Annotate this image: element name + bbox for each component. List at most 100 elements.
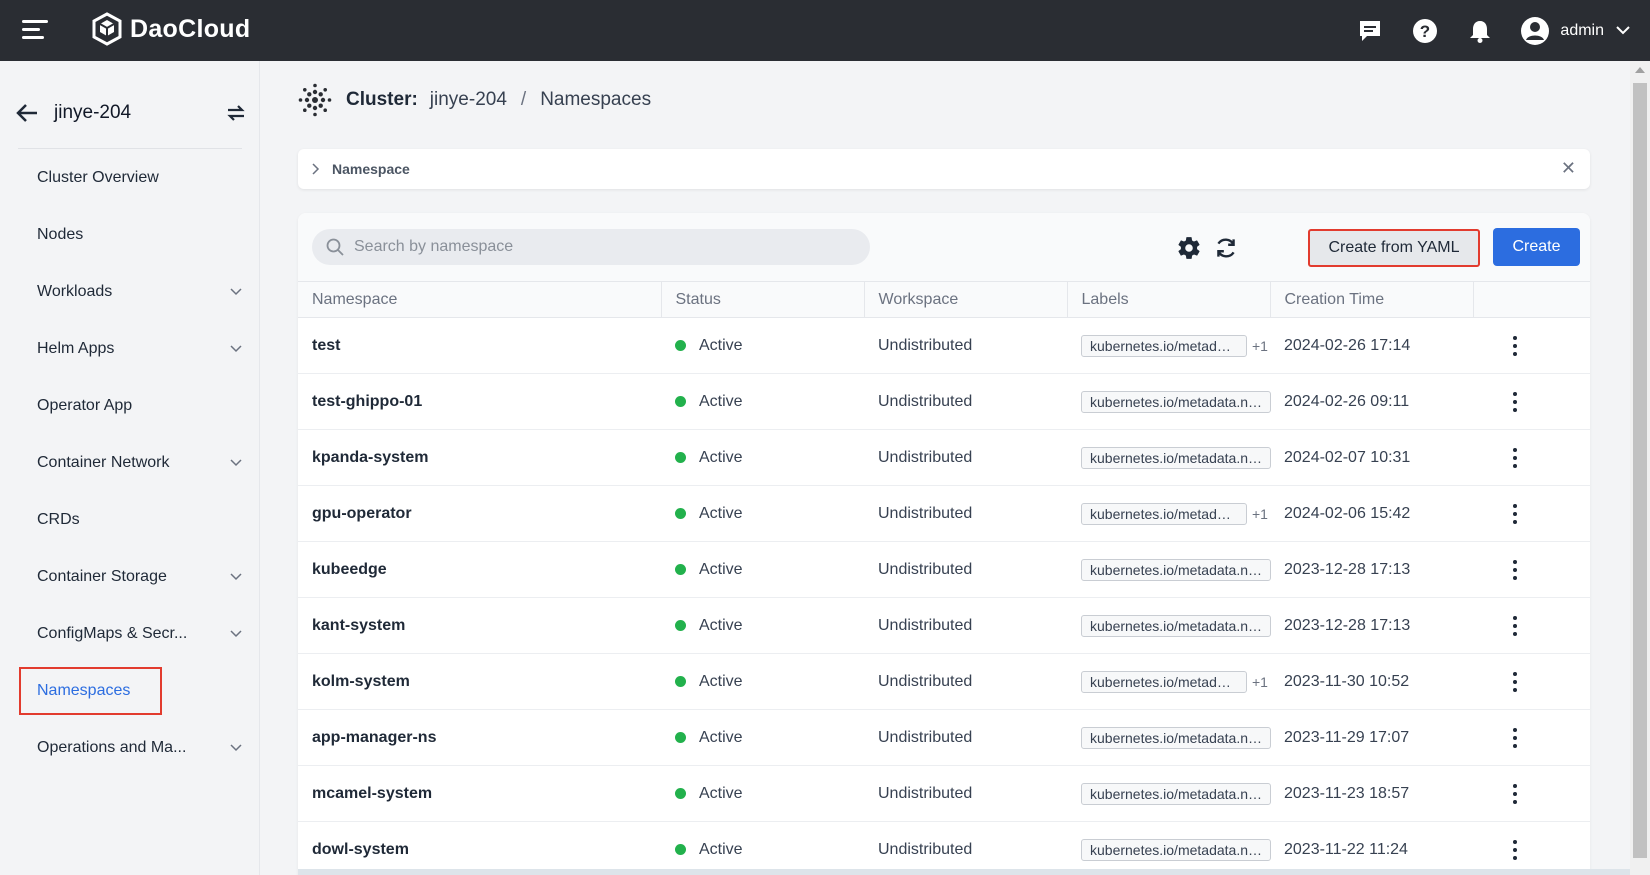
column-header-status[interactable]: Status	[661, 281, 865, 318]
more-vertical-icon[interactable]	[1503, 334, 1527, 358]
horizontal-scrollbar[interactable]	[298, 869, 1630, 875]
labels-cell: kubernetes.io/metadata.name: dowl-system	[1067, 821, 1271, 875]
bell-icon[interactable]	[1465, 16, 1495, 46]
user-menu[interactable]: admin	[1520, 16, 1630, 46]
table-row[interactable]: kant-system Active Undistributed kuberne…	[298, 597, 1590, 654]
status-dot	[675, 451, 686, 463]
more-vertical-icon[interactable]	[1503, 726, 1527, 750]
namespace-name[interactable]: kubeedge	[298, 541, 661, 598]
user-avatar-icon	[1521, 16, 1550, 45]
scroll-up-arrow-icon[interactable]	[1635, 67, 1645, 73]
sidebar-item-nodes[interactable]: Nodes	[0, 206, 260, 263]
sidebar-item-container-network[interactable]: Container Network	[0, 434, 260, 491]
table-row[interactable]: test Active Undistributed kubernetes.io/…	[298, 317, 1590, 374]
namespace-name[interactable]: kpanda-system	[298, 429, 661, 486]
status-dot	[675, 507, 686, 519]
actions-cell	[1473, 765, 1590, 822]
table-row[interactable]: dowl-system Active Undistributed kuberne…	[298, 821, 1590, 875]
label-tag[interactable]: kubernetes.io/metadata.name: test	[1081, 334, 1247, 357]
column-header-creation-time[interactable]: Creation Time	[1270, 281, 1474, 318]
label-tag[interactable]: kubernetes.io/metadata.name: kolm-system	[1081, 670, 1247, 693]
hamburger-icon[interactable]	[22, 20, 48, 40]
label-tag[interactable]: kubernetes.io/metadata.name: kubeedge	[1081, 558, 1271, 581]
scrollbar-thumb[interactable]	[1633, 83, 1647, 858]
label-tag[interactable]: kubernetes.io/metadata.name: gpu-operato…	[1081, 502, 1247, 525]
more-vertical-icon[interactable]	[1503, 502, 1527, 526]
label-tag[interactable]: kubernetes.io/metadata.name: kant-system	[1081, 614, 1271, 637]
label-more-count[interactable]: +1	[1252, 506, 1268, 522]
table-row[interactable]: mcamel-system Active Undistributed kuber…	[298, 765, 1590, 822]
labels-cell: kubernetes.io/metadata.name: kolm-system…	[1067, 653, 1270, 710]
sidebar-item-label: ConfigMaps & Secr...	[37, 624, 188, 642]
namespace-name[interactable]: mcamel-system	[298, 765, 661, 822]
help-icon[interactable]: ?	[1410, 16, 1440, 46]
actions-cell	[1473, 541, 1590, 598]
label-tag[interactable]: kubernetes.io/metadata.name: dowl-system	[1081, 838, 1271, 861]
label-tag[interactable]: kubernetes.io/metadata.name: mcamel-syst…	[1081, 782, 1271, 805]
search-input[interactable]	[354, 238, 854, 256]
table-row[interactable]: kubeedge Active Undistributed kubernetes…	[298, 541, 1590, 598]
sidebar-item-container-storage[interactable]: Container Storage	[0, 548, 260, 605]
column-header-workspace[interactable]: Workspace	[864, 281, 1068, 318]
sidebar: jinye-204 Cluster Overview Nodes Workloa…	[0, 61, 260, 875]
label-tag[interactable]: kubernetes.io/metadata.name: kpanda-syst…	[1081, 446, 1271, 469]
label-tag[interactable]: kubernetes.io/metadata.name: app-manager…	[1081, 726, 1271, 749]
column-header-namespace[interactable]: Namespace	[298, 281, 662, 318]
vertical-scrollbar[interactable]	[1630, 61, 1650, 875]
status-dot	[675, 731, 686, 743]
more-vertical-icon[interactable]	[1503, 390, 1527, 414]
sidebar-nav: Cluster Overview Nodes Workloads Helm Ap…	[0, 149, 260, 776]
brand-logo[interactable]: DaoCloud	[90, 12, 250, 46]
label-more-count[interactable]: +1	[1252, 338, 1268, 354]
status-cell: Active	[661, 429, 864, 486]
namespace-name[interactable]: kolm-system	[298, 653, 661, 710]
namespace-name[interactable]: kant-system	[298, 597, 661, 654]
namespace-filter-bar[interactable]: Namespace ✕	[298, 149, 1590, 189]
namespace-name[interactable]: test-ghippo-01	[298, 373, 661, 430]
chevron-right-icon[interactable]	[312, 163, 320, 175]
label-more-count[interactable]: +1	[1252, 674, 1268, 690]
namespace-name[interactable]: dowl-system	[298, 821, 661, 875]
create-from-yaml-button[interactable]: Create from YAML	[1308, 229, 1480, 267]
settings-gear-icon[interactable]	[1176, 235, 1202, 261]
workspace-cell: Undistributed	[864, 597, 1067, 654]
sidebar-item-label: CRDs	[37, 510, 80, 528]
table-row[interactable]: app-manager-ns Active Undistributed kube…	[298, 709, 1590, 766]
namespace-name[interactable]: test	[298, 317, 661, 374]
close-icon[interactable]: ✕	[1561, 158, 1576, 179]
more-vertical-icon[interactable]	[1503, 558, 1527, 582]
back-arrow-icon[interactable]	[16, 103, 38, 123]
status-cell: Active	[661, 765, 864, 822]
more-vertical-icon[interactable]	[1503, 614, 1527, 638]
sidebar-item-configmaps-secrets[interactable]: ConfigMaps & Secr...	[0, 605, 260, 662]
table-row[interactable]: gpu-operator Active Undistributed kubern…	[298, 485, 1590, 542]
more-vertical-icon[interactable]	[1503, 670, 1527, 694]
sidebar-item-helm-apps[interactable]: Helm Apps	[0, 320, 260, 377]
label-tag[interactable]: kubernetes.io/metadata.name: test-ghippo…	[1081, 390, 1271, 413]
namespace-name[interactable]: gpu-operator	[298, 485, 661, 542]
sidebar-item-operator-app[interactable]: Operator App	[0, 377, 260, 434]
top-bar: DaoCloud ? admin	[0, 0, 1650, 61]
status-dot	[675, 339, 686, 351]
message-icon[interactable]	[1355, 16, 1385, 46]
sidebar-item-cluster-overview[interactable]: Cluster Overview	[0, 149, 260, 206]
more-vertical-icon[interactable]	[1503, 446, 1527, 470]
column-header-labels[interactable]: Labels	[1067, 281, 1271, 318]
breadcrumb-cluster-link[interactable]: jinye-204	[430, 89, 507, 111]
creation-time-cell: 2023-12-28 17:13	[1270, 541, 1473, 598]
more-vertical-icon[interactable]	[1503, 838, 1527, 862]
table-row[interactable]: kolm-system Active Undistributed kuberne…	[298, 653, 1590, 710]
refresh-icon[interactable]	[1213, 235, 1239, 261]
more-vertical-icon[interactable]	[1503, 782, 1527, 806]
table-row[interactable]: kpanda-system Active Undistributed kuber…	[298, 429, 1590, 486]
sidebar-item-crds[interactable]: CRDs	[0, 491, 260, 548]
workspace-cell: Undistributed	[864, 485, 1067, 542]
sidebar-item-workloads[interactable]: Workloads	[0, 263, 260, 320]
sidebar-item-namespaces[interactable]: Namespaces	[0, 662, 260, 719]
namespace-name[interactable]: app-manager-ns	[298, 709, 661, 766]
sidebar-item-operations[interactable]: Operations and Ma...	[0, 719, 260, 776]
create-button[interactable]: Create	[1493, 228, 1580, 266]
top-icons: ? admin	[1330, 0, 1630, 61]
switch-cluster-icon[interactable]	[226, 104, 246, 122]
table-row[interactable]: test-ghippo-01 Active Undistributed kube…	[298, 373, 1590, 430]
